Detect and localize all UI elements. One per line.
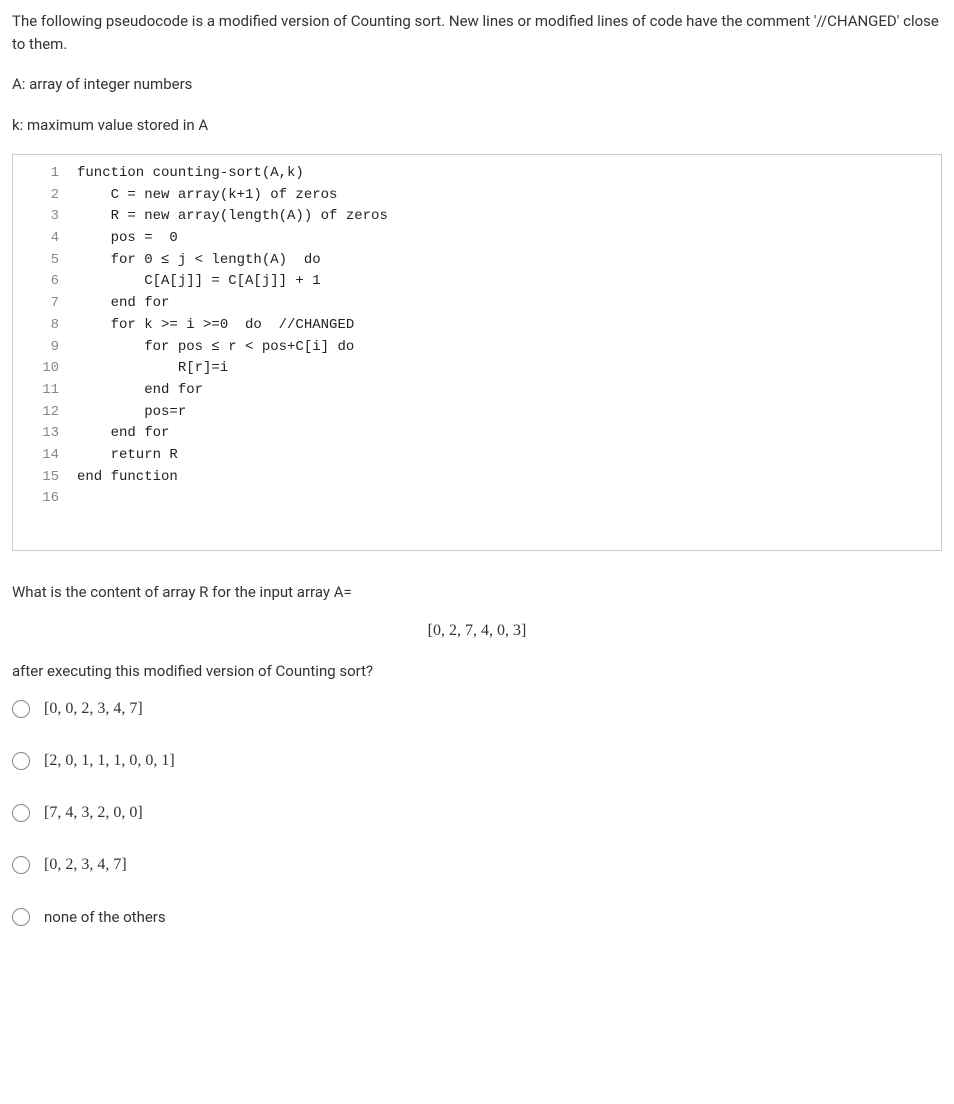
code-text: C[A[j]] = C[A[j]] + 1 (77, 271, 321, 293)
code-text: end for (77, 423, 169, 445)
answer-option[interactable]: [0, 2, 3, 4, 7] (12, 856, 942, 874)
radio-button[interactable] (12, 856, 30, 874)
input-array: [0, 2, 7, 4, 0, 3] (12, 622, 942, 640)
code-line: 12 pos=r (13, 402, 941, 424)
code-text: pos=r (77, 402, 186, 424)
code-text: for k >= i >=0 do //CHANGED (77, 315, 354, 337)
prompt-line-1: The following pseudocode is a modified v… (12, 10, 942, 55)
code-text: pos = 0 (77, 228, 178, 250)
code-text: end function (77, 467, 178, 489)
code-line: 16 (13, 488, 941, 510)
radio-button[interactable] (12, 700, 30, 718)
radio-button[interactable] (12, 908, 30, 926)
code-text: return R (77, 445, 178, 467)
code-text: function counting-sort(A,k) (77, 163, 304, 185)
answer-option[interactable]: [7, 4, 3, 2, 0, 0] (12, 804, 942, 822)
prompt-line-2: A: array of integer numbers (12, 73, 942, 96)
line-number: 12 (13, 402, 77, 424)
line-number: 5 (13, 250, 77, 272)
code-line: 3 R = new array(length(A)) of zeros (13, 206, 941, 228)
answer-option[interactable]: [2, 0, 1, 1, 1, 0, 0, 1] (12, 752, 942, 770)
code-line: 6 C[A[j]] = C[A[j]] + 1 (13, 271, 941, 293)
line-number: 15 (13, 467, 77, 489)
code-text: R = new array(length(A)) of zeros (77, 206, 388, 228)
line-number: 13 (13, 423, 77, 445)
option-label: [2, 0, 1, 1, 1, 0, 0, 1] (44, 752, 175, 770)
line-number: 4 (13, 228, 77, 250)
code-text: end for (77, 380, 203, 402)
option-label: [0, 0, 2, 3, 4, 7] (44, 700, 143, 718)
code-text: C = new array(k+1) of zeros (77, 185, 337, 207)
line-number: 14 (13, 445, 77, 467)
option-label: none of the others (44, 908, 166, 926)
code-line: 5 for 0 ≤ j < length(A) do (13, 250, 941, 272)
code-line: 15end function (13, 467, 941, 489)
code-line: 2 C = new array(k+1) of zeros (13, 185, 941, 207)
code-line: 14 return R (13, 445, 941, 467)
code-line: 1function counting-sort(A,k) (13, 163, 941, 185)
option-label: [0, 2, 3, 4, 7] (44, 856, 127, 874)
code-line: 10 R[r]=i (13, 358, 941, 380)
code-text: R[r]=i (77, 358, 228, 380)
line-number: 6 (13, 271, 77, 293)
question-line-2: after executing this modified version of… (12, 660, 942, 683)
code-text: end for (77, 293, 169, 315)
code-line: 7 end for (13, 293, 941, 315)
answer-option[interactable]: [0, 0, 2, 3, 4, 7] (12, 700, 942, 718)
line-number: 3 (13, 206, 77, 228)
line-number: 1 (13, 163, 77, 185)
code-line: 11 end for (13, 380, 941, 402)
pseudocode-block: 1function counting-sort(A,k)2 C = new ar… (12, 154, 942, 551)
line-number: 11 (13, 380, 77, 402)
code-line: 13 end for (13, 423, 941, 445)
line-number: 2 (13, 185, 77, 207)
line-number: 9 (13, 337, 77, 359)
prompt-line-3: k: maximum value stored in A (12, 114, 942, 137)
option-label: [7, 4, 3, 2, 0, 0] (44, 804, 143, 822)
code-line: 9 for pos ≤ r < pos+C[i] do (13, 337, 941, 359)
code-text: for pos ≤ r < pos+C[i] do (77, 337, 354, 359)
question-body: What is the content of array R for the i… (12, 581, 942, 682)
code-line: 4 pos = 0 (13, 228, 941, 250)
line-number: 10 (13, 358, 77, 380)
question-prompt: The following pseudocode is a modified v… (12, 10, 942, 136)
line-number: 8 (13, 315, 77, 337)
line-number: 7 (13, 293, 77, 315)
answer-options: [0, 0, 2, 3, 4, 7] [2, 0, 1, 1, 1, 0, 0, … (12, 700, 942, 926)
line-number: 16 (13, 488, 77, 510)
question-line-1: What is the content of array R for the i… (12, 581, 942, 604)
code-text: for 0 ≤ j < length(A) do (77, 250, 321, 272)
radio-button[interactable] (12, 804, 30, 822)
answer-option[interactable]: none of the others (12, 908, 942, 926)
code-line: 8 for k >= i >=0 do //CHANGED (13, 315, 941, 337)
radio-button[interactable] (12, 752, 30, 770)
